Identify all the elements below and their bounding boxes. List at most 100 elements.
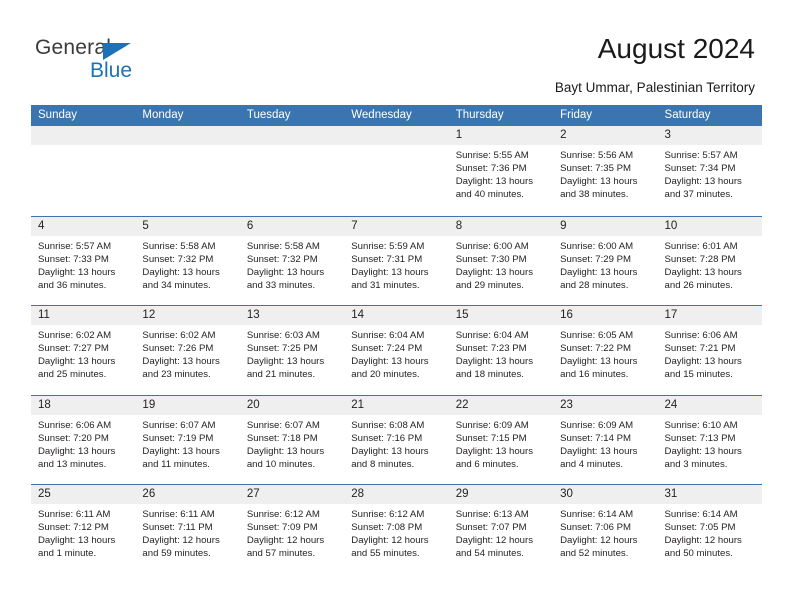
- calendar-day-cell[interactable]: 11 Sunrise: 6:02 AM Sunset: 7:27 PM Dayligh…: [31, 306, 136, 395]
- day-info-line: Daylight: 13 hours: [142, 266, 220, 278]
- day-number: 29: [448, 485, 554, 504]
- calendar-day-cell[interactable]: 20 Sunrise: 6:07 AM Sunset: 7:18 PM Dayligh…: [239, 395, 345, 484]
- calendar-day-cell[interactable]: 2 Sunrise: 5:56 AM Sunset: 7:35 PM Daylight…: [553, 126, 658, 216]
- day-number: 21: [344, 395, 449, 415]
- day-info-line: and 23 minutes.: [142, 369, 211, 381]
- day-sun-info: [344, 145, 448, 149]
- day-info-line: Sunset: 7:32 PM: [142, 253, 214, 265]
- day-info-line: Sunset: 7:36 PM: [455, 163, 527, 175]
- day-number: 31: [657, 485, 762, 504]
- day-number: 19: [135, 395, 240, 415]
- day-info-line: and 21 minutes.: [246, 369, 316, 381]
- day-info-line: and 18 minutes.: [455, 369, 524, 381]
- calendar-day-cell[interactable]: 5 Sunrise: 5:58 AM Sunset: 7:32 PM Daylight…: [135, 216, 240, 305]
- day-info-line: Sunrise: 6:13 AM: [455, 509, 529, 520]
- day-info-line: Sunrise: 6:04 AM: [351, 330, 425, 341]
- calendar-day-cell[interactable]: 28 Sunrise: 6:12 AM Sunset: 7:08 PM Dayligh…: [344, 485, 449, 574]
- calendar-day-cell[interactable]: 10 Sunrise: 6:01 AM Sunset: 7:28 PM Dayligh…: [657, 216, 762, 305]
- page-header: General Blue August 2024 Bayt Ummar, Pal…: [0, 0, 792, 104]
- calendar-day-cell[interactable]: 9 Sunrise: 6:00 AM Sunset: 7:29 PM Daylight…: [553, 216, 658, 305]
- day-info-line: Sunrise: 5:58 AM: [246, 240, 320, 252]
- day-number: 6: [239, 216, 345, 236]
- calendar-day-cell[interactable]: 30 Sunrise: 6:14 AM Sunset: 7:06 PM Dayligh…: [553, 485, 658, 574]
- day-info-line: Daylight: 13 hours: [246, 445, 325, 457]
- weekday-header-sunday: Sunday: [38, 109, 78, 121]
- calendar-day-cell[interactable]: 13 Sunrise: 6:03 AM Sunset: 7:25 PM Dayligh…: [239, 306, 345, 395]
- day-number: 9: [553, 216, 658, 236]
- day-info-line: and 26 minutes.: [664, 279, 733, 291]
- day-sun-info: Sunrise: 6:01 AM Sunset: 7:28 PM Daylight:…: [658, 236, 762, 292]
- day-info-line: Sunset: 7:24 PM: [351, 343, 423, 355]
- calendar-day-cell[interactable]: 19 Sunrise: 6:07 AM Sunset: 7:19 PM Dayligh…: [135, 395, 240, 484]
- calendar-day-cell[interactable]: 17 Sunrise: 6:06 AM Sunset: 7:21 PM Dayligh…: [657, 306, 762, 395]
- calendar-day-cell[interactable]: 25 Sunrise: 6:11 AM Sunset: 7:12 PM Dayligh…: [31, 485, 136, 574]
- day-sun-info: Sunrise: 6:14 AM Sunset: 7:05 PM Daylight:…: [658, 504, 762, 560]
- calendar-day-cell[interactable]: 7 Sunrise: 5:59 AM Sunset: 7:31 PM Daylight…: [344, 216, 449, 305]
- day-info-line: Sunrise: 5:57 AM: [38, 240, 112, 252]
- day-info-line: Daylight: 13 hours: [455, 445, 534, 457]
- calendar-day-cell[interactable]: 3 Sunrise: 5:57 AM Sunset: 7:34 PM Daylight…: [657, 126, 762, 216]
- day-info-line: and 38 minutes.: [560, 189, 629, 201]
- day-sun-info: Sunrise: 6:00 AM Sunset: 7:29 PM Daylight:…: [553, 236, 657, 292]
- day-sun-info: [31, 145, 135, 149]
- day-info-line: Daylight: 13 hours: [351, 356, 429, 368]
- day-info-line: Sunset: 7:23 PM: [455, 343, 527, 355]
- calendar-day-cell[interactable]: 22 Sunrise: 6:09 AM Sunset: 7:15 PM Dayligh…: [448, 395, 554, 484]
- day-info-line: Sunset: 7:20 PM: [38, 432, 109, 444]
- calendar-day-cell[interactable]: 23 Sunrise: 6:09 AM Sunset: 7:14 PM Dayligh…: [553, 395, 658, 484]
- day-number: 16: [553, 306, 658, 325]
- day-info-line: Sunset: 7:14 PM: [560, 432, 632, 444]
- day-info-line: and 25 minutes.: [38, 369, 107, 381]
- day-info-line: Sunset: 7:06 PM: [560, 522, 632, 534]
- general-blue-logo[interactable]: General Blue: [35, 36, 215, 88]
- day-sun-info: Sunrise: 5:57 AM Sunset: 7:34 PM Daylight:…: [658, 145, 762, 201]
- day-info-line: Sunset: 7:32 PM: [246, 253, 318, 265]
- day-info-line: Sunrise: 6:09 AM: [560, 419, 634, 431]
- day-sun-info: Sunrise: 6:00 AM Sunset: 7:30 PM Daylight:…: [449, 236, 553, 292]
- day-info-line: Sunrise: 6:09 AM: [455, 419, 529, 431]
- calendar-day-cell[interactable]: 24 Sunrise: 6:10 AM Sunset: 7:13 PM Dayligh…: [657, 395, 762, 484]
- day-info-line: Daylight: 12 hours: [351, 535, 429, 547]
- day-info-line: Sunset: 7:16 PM: [351, 432, 423, 444]
- page-title: August 2024: [597, 33, 755, 64]
- day-info-line: Daylight: 13 hours: [664, 356, 742, 368]
- day-number: 2: [553, 126, 658, 145]
- calendar-day-cell[interactable]: 8 Sunrise: 6:00 AM Sunset: 7:30 PM Daylight…: [448, 216, 554, 305]
- day-info-line: and 28 minutes.: [560, 279, 629, 291]
- calendar-day-cell[interactable]: 27 Sunrise: 6:12 AM Sunset: 7:09 PM Dayligh…: [239, 485, 345, 574]
- day-info-line: Daylight: 13 hours: [38, 356, 116, 368]
- day-info-line: Sunset: 7:30 PM: [455, 253, 527, 265]
- calendar-day-cell[interactable]: 12 Sunrise: 6:02 AM Sunset: 7:26 PM Dayligh…: [135, 306, 240, 395]
- day-info-line: Sunrise: 6:06 AM: [664, 330, 738, 341]
- calendar-day-cell[interactable]: 4 Sunrise: 5:57 AM Sunset: 7:33 PM Daylight…: [31, 216, 136, 305]
- day-info-line: Daylight: 13 hours: [351, 266, 429, 278]
- day-info-line: Sunset: 7:34 PM: [664, 163, 736, 175]
- calendar-grid: Sunday Monday Tuesday Wednesday Thursday Frid…: [31, 105, 762, 574]
- logo-triangle-icon: [103, 43, 131, 60]
- calendar-day-cell[interactable]: 15 Sunrise: 6:04 AM Sunset: 7:23 PM Dayligh…: [448, 306, 554, 395]
- day-info-line: and 50 minutes.: [664, 548, 733, 560]
- calendar-week-row: 25 Sunrise: 6:11 AM Sunset: 7:12 PM Dayligh…: [31, 484, 762, 574]
- day-info-line: Sunrise: 6:11 AM: [38, 509, 111, 520]
- day-info-line: Sunrise: 5:59 AM: [351, 240, 425, 252]
- calendar-day-cell[interactable]: 31 Sunrise: 6:14 AM Sunset: 7:05 PM Dayligh…: [657, 485, 762, 574]
- day-info-line: Sunset: 7:12 PM: [38, 522, 109, 534]
- day-info-line: Daylight: 12 hours: [664, 535, 742, 547]
- day-sun-info: Sunrise: 6:13 AM Sunset: 7:07 PM Daylight:…: [449, 504, 553, 560]
- day-info-line: Sunrise: 6:08 AM: [351, 419, 425, 431]
- day-info-line: Daylight: 12 hours: [560, 535, 638, 547]
- calendar-day-cell[interactable]: 16 Sunrise: 6:05 AM Sunset: 7:22 PM Dayligh…: [553, 306, 658, 395]
- calendar-day-cell[interactable]: 29 Sunrise: 6:13 AM Sunset: 7:07 PM Dayligh…: [448, 485, 554, 574]
- day-info-line: and 20 minutes.: [351, 369, 420, 381]
- calendar-day-cell[interactable]: 14 Sunrise: 6:04 AM Sunset: 7:24 PM Dayligh…: [344, 306, 449, 395]
- calendar-day-cell[interactable]: 21 Sunrise: 6:08 AM Sunset: 7:16 PM Dayligh…: [344, 395, 449, 484]
- day-number: 8: [448, 216, 554, 236]
- calendar-day-cell[interactable]: 1 Sunrise: 5:55 AM Sunset: 7:36 PM Daylight…: [448, 126, 554, 216]
- day-info-line: Sunrise: 6:02 AM: [142, 330, 216, 341]
- calendar-day-cell[interactable]: 18 Sunrise: 6:06 AM Sunset: 7:20 PM Dayligh…: [31, 395, 136, 484]
- day-sun-info: Sunrise: 5:59 AM Sunset: 7:31 PM Daylight:…: [344, 236, 448, 292]
- day-info-line: Sunset: 7:26 PM: [142, 343, 214, 355]
- day-number: 10: [657, 216, 762, 236]
- calendar-day-cell[interactable]: 26 Sunrise: 6:11 AM Sunset: 7:11 PM Dayligh…: [135, 485, 240, 574]
- calendar-day-cell[interactable]: 6 Sunrise: 5:58 AM Sunset: 7:32 PM Daylight…: [239, 216, 345, 305]
